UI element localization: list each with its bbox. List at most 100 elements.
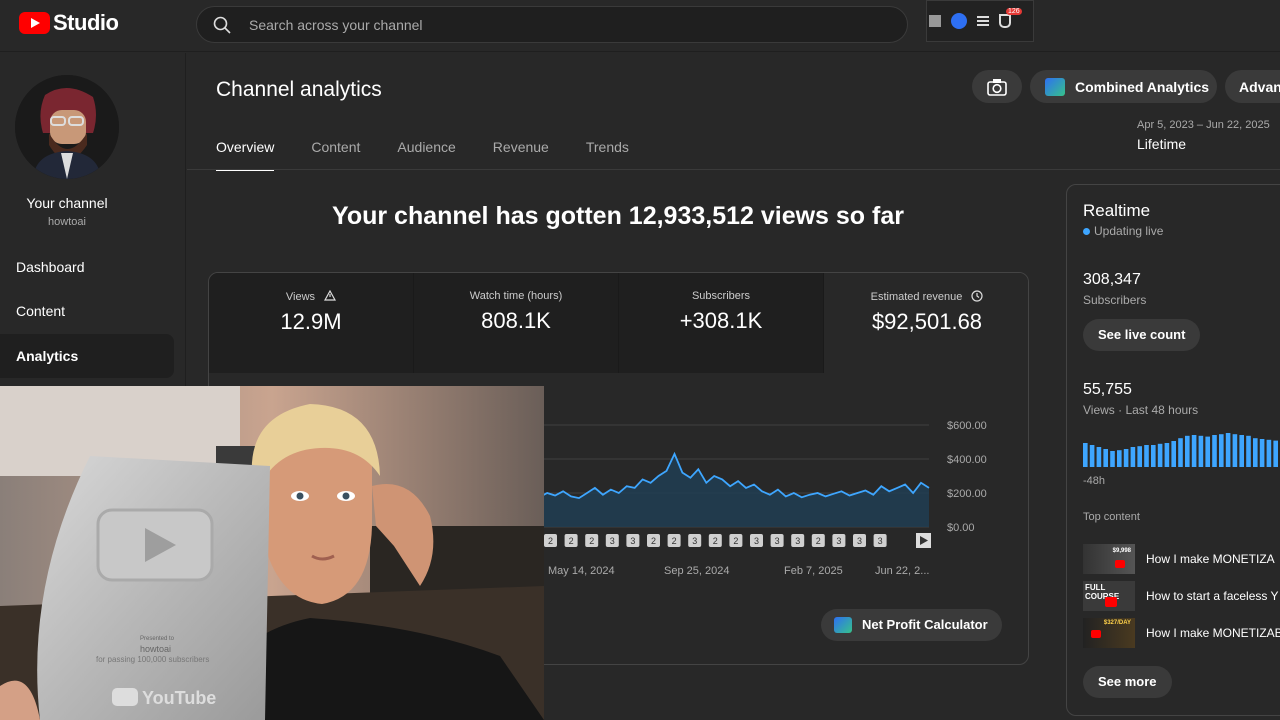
avatar-illustration — [15, 75, 119, 179]
x-tick-label: Jun 22, 2... — [875, 565, 929, 577]
sidebar-item-analytics[interactable]: Analytics — [0, 334, 174, 378]
x-tick-label: Feb 7, 2025 — [784, 565, 843, 577]
search-input[interactable] — [249, 7, 849, 42]
combined-analytics-label: Combined Analytics — [1075, 78, 1210, 95]
advanced-mode-label: Advanc — [1239, 78, 1280, 95]
play-icon — [1105, 597, 1117, 607]
realtime-bar — [1259, 439, 1265, 467]
extension-toolbar: 126 — [926, 0, 1034, 42]
date-range: Apr 5, 2023 – Jun 22, 2025 — [1137, 119, 1270, 131]
plaque-caption: for passing 100,000 subscribers — [96, 655, 209, 664]
realtime-bar — [1178, 438, 1183, 467]
top-content-item[interactable]: $327/DAY How I make MONETIZAB — [1083, 617, 1280, 649]
plaque-youtube-logo: YouTube — [142, 688, 216, 708]
video-thumbnail: $327/DAY — [1083, 618, 1135, 648]
chart-event-marker-label: 2 — [569, 536, 574, 546]
studio-logo[interactable]: Studio — [19, 10, 119, 36]
realtime-views-label: Views · Last 48 hours — [1083, 403, 1199, 417]
play-icon — [1091, 630, 1101, 638]
analytics-extension-icon[interactable] — [929, 15, 941, 27]
chart-event-marker-label: 3 — [754, 536, 759, 546]
realtime-bar — [1083, 443, 1088, 467]
play-icon — [1115, 560, 1125, 568]
top-content-item[interactable]: $9,998 How I make MONETIZA — [1083, 543, 1275, 575]
metric-revenue-value: $92,501.68 — [871, 309, 983, 334]
see-live-count-button[interactable]: See live count — [1083, 319, 1201, 351]
notification-badge: 126 — [1006, 8, 1022, 15]
realtime-bar — [1089, 445, 1095, 467]
tab-overview[interactable]: Overview — [216, 139, 275, 171]
video-thumbnail: FULL COURSE — [1083, 581, 1135, 611]
clock-icon — [971, 290, 983, 302]
realtime-bar — [1232, 434, 1238, 467]
realtime-status-text: Updating live — [1094, 224, 1164, 238]
tabs-divider — [187, 169, 1280, 170]
metric-subscribers-value: +308.1K — [679, 308, 763, 333]
combined-analytics-button[interactable]: Combined Analytics — [1030, 70, 1217, 103]
x-tick-label: May 14, 2024 — [548, 565, 615, 577]
chart-event-marker-label: 3 — [692, 536, 697, 546]
chart-event-marker-label: 3 — [775, 536, 780, 546]
y-tick-label: $0.00 — [947, 522, 975, 534]
tab-trends[interactable]: Trends — [586, 139, 629, 171]
vidiq-logo-icon — [834, 617, 852, 633]
webcam-overlay: Presented to howtoai for passing 100,000… — [0, 386, 544, 720]
tab-audience[interactable]: Audience — [397, 139, 455, 171]
tab-content[interactable]: Content — [311, 139, 360, 171]
metric-views[interactable]: Views 12.9M — [209, 273, 414, 373]
top-content-title: Top content — [1083, 511, 1140, 523]
chart-event-marker-label: 2 — [672, 536, 677, 546]
page-title: Channel analytics — [216, 78, 382, 101]
realtime-card: Realtime Updating live 308,347 Subscribe… — [1066, 184, 1280, 716]
metric-watch-time[interactable]: Watch time (hours) 808.1K — [414, 273, 619, 373]
vidiq-extension-icon[interactable] — [951, 13, 967, 29]
y-tick-label: $400.00 — [947, 454, 987, 466]
realtime-views-value: 55,755 — [1083, 381, 1132, 398]
x-tick-label: Sep 25, 2024 — [664, 565, 729, 577]
realtime-bar — [1219, 434, 1224, 467]
top-content-item[interactable]: FULL COURSE How to start a faceless Y — [1083, 580, 1279, 612]
camera-icon — [987, 78, 1007, 96]
search-bar[interactable] — [196, 6, 908, 43]
chart-event-marker-label: 2 — [589, 536, 594, 546]
metric-revenue[interactable]: Estimated revenue $92,501.68 — [824, 273, 1028, 373]
plaque-channel: howtoai — [140, 644, 171, 654]
warning-icon — [324, 289, 337, 301]
logo-text: Studio — [53, 10, 119, 35]
analytics-tabs: Overview Content Audience Revenue Trends — [216, 139, 666, 171]
top-content-title-text: How I make MONETIZA — [1146, 552, 1275, 566]
metric-views-value: 12.9M — [280, 309, 342, 334]
metric-subscribers[interactable]: Subscribers +308.1K — [619, 273, 824, 373]
realtime-views-bars[interactable] — [1083, 431, 1280, 467]
realtime-bar — [1273, 440, 1278, 467]
see-more-button[interactable]: See more — [1083, 666, 1172, 698]
chart-event-marker-label: 2 — [733, 536, 738, 546]
tab-revenue[interactable]: Revenue — [493, 139, 549, 171]
sidebar-item-content[interactable]: Content — [0, 289, 174, 333]
y-tick-label: $600.00 — [947, 420, 987, 432]
views-headline: Your channel has gotten 12,933,512 views… — [332, 202, 904, 230]
realtime-subscribers-label: Subscribers — [1083, 293, 1147, 307]
vidiq-logo-icon — [1045, 77, 1065, 96]
chart-event-marker-label: 3 — [878, 536, 883, 546]
realtime-bar — [1212, 435, 1217, 467]
channel-avatar[interactable] — [15, 75, 119, 179]
net-profit-calculator-label: Net Profit Calculator — [862, 617, 988, 632]
realtime-bar — [1157, 443, 1163, 467]
realtime-bar — [1151, 445, 1156, 467]
advanced-mode-button[interactable]: Advanc — [1225, 70, 1280, 103]
metric-views-label: Views — [285, 291, 316, 303]
net-profit-calculator-button[interactable]: Net Profit Calculator — [821, 609, 1002, 641]
screenshot-button[interactable] — [972, 70, 1022, 103]
realtime-bar — [1130, 447, 1136, 467]
realtime-bar — [1110, 451, 1115, 467]
realtime-bar — [1164, 443, 1170, 467]
menu-icon[interactable] — [977, 20, 989, 22]
trophy-icon[interactable]: 126 — [999, 8, 1022, 28]
realtime-bar — [1123, 449, 1129, 467]
realtime-bar — [1205, 436, 1210, 467]
date-period[interactable]: Lifetime — [1137, 136, 1186, 152]
realtime-bar — [1225, 433, 1231, 467]
top-content-title-text: How to start a faceless Y — [1146, 589, 1279, 603]
sidebar-item-dashboard[interactable]: Dashboard — [0, 245, 174, 289]
